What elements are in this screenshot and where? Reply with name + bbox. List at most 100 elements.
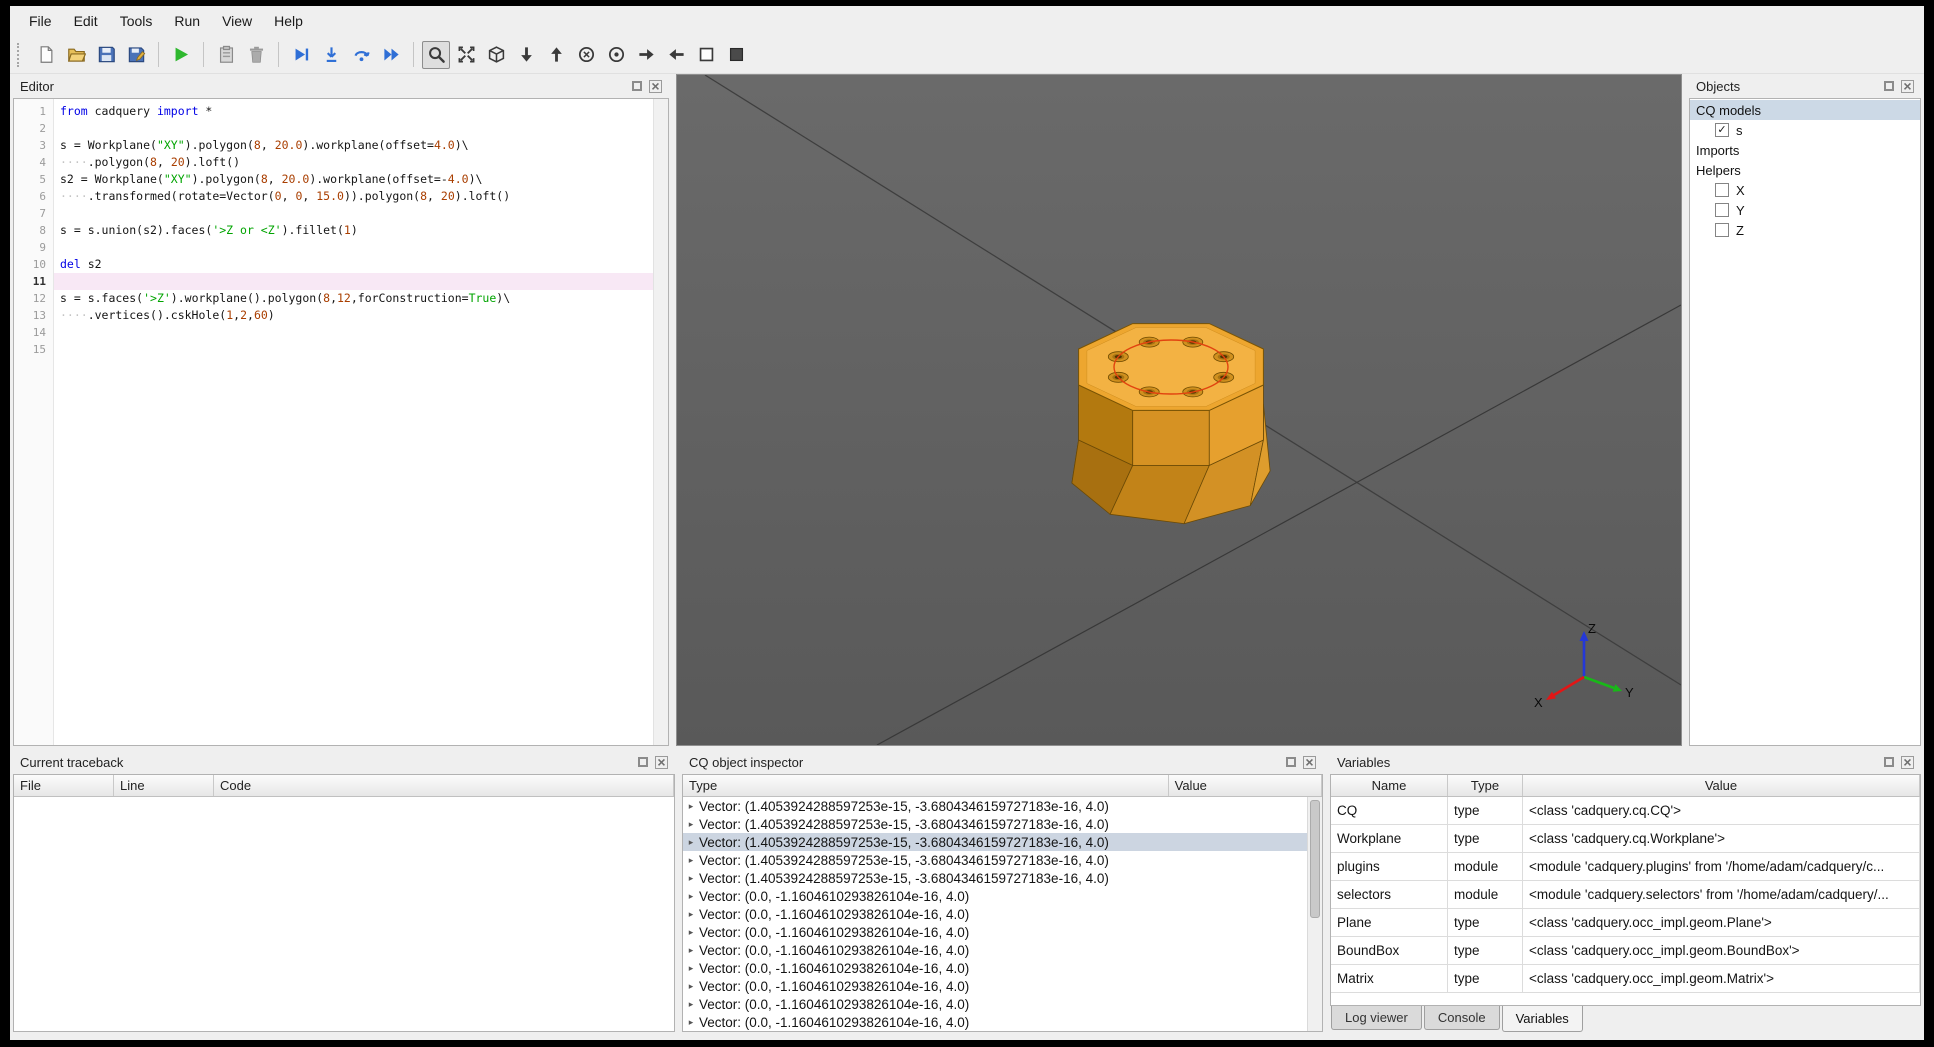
column-header-code[interactable]: Code xyxy=(214,775,674,796)
code-line[interactable]: s2 = Workplane("XY").polygon(8, 20.0).wo… xyxy=(54,171,653,188)
inspector-row[interactable]: ▸ Vector: (0.0, -1.1604610293826104e-16, … xyxy=(683,977,1307,995)
top-view-arrow-down-icon[interactable] xyxy=(512,41,540,69)
tree-item-imports[interactable]: Imports xyxy=(1690,140,1920,160)
code-line[interactable] xyxy=(54,324,653,341)
variable-row[interactable]: Plane type <class 'cadquery.occ_impl.geom.… xyxy=(1331,909,1920,937)
expand-arrow-icon[interactable]: ▸ xyxy=(683,873,699,884)
tree-item-x[interactable]: X xyxy=(1690,180,1920,200)
fit-all-icon[interactable] xyxy=(452,41,480,69)
tab-console[interactable]: Console xyxy=(1423,1006,1500,1030)
back-view-circle-dot-icon[interactable] xyxy=(602,41,630,69)
code-line[interactable]: ····.vertices().cskHole(1,2,60) xyxy=(54,307,653,324)
float-panel-icon[interactable] xyxy=(1884,81,1894,91)
float-panel-icon[interactable] xyxy=(1884,757,1894,767)
code-line[interactable] xyxy=(54,120,653,137)
menu-run[interactable]: Run xyxy=(163,9,211,33)
tree-item-helpers[interactable]: Helpers xyxy=(1690,160,1920,180)
inspector-row[interactable]: ▸ Vector: (1.4053924288597253e-15, -3.680… xyxy=(683,815,1307,833)
column-header-file[interactable]: File xyxy=(14,775,114,796)
column-header-value[interactable]: Value xyxy=(1523,775,1920,796)
menu-tools[interactable]: Tools xyxy=(109,9,164,33)
save-icon[interactable] xyxy=(92,41,120,69)
left-view-arrow-right-icon[interactable] xyxy=(632,41,660,69)
expand-arrow-icon[interactable]: ▸ xyxy=(683,837,699,848)
editor-body[interactable]: 1 2 3 4 5 6 7 8 9 10 11 12 13 14 15 from cadquery impo… xyxy=(13,98,669,746)
expand-arrow-icon[interactable]: ▸ xyxy=(683,999,699,1010)
code-line[interactable] xyxy=(54,273,653,290)
editor-code[interactable]: from cadquery import * s = Workplane("XY"… xyxy=(54,99,653,745)
shaded-square-filled-icon[interactable] xyxy=(722,41,750,69)
expand-arrow-icon[interactable]: ▸ xyxy=(683,963,699,974)
float-panel-icon[interactable] xyxy=(638,757,648,767)
code-line[interactable]: ····.polygon(8, 20).loft() xyxy=(54,154,653,171)
close-panel-icon[interactable]: × xyxy=(655,755,668,769)
inspector-row[interactable]: ▸ Vector: (1.4053924288597253e-15, -3.680… xyxy=(683,869,1307,887)
variable-row[interactable]: BoundBox type <class 'cadquery.occ_impl.ge… xyxy=(1331,937,1920,965)
splitter-viewport-objects[interactable] xyxy=(1682,74,1689,746)
viewport-canvas[interactable]: Z Y X xyxy=(677,75,1681,745)
variable-row[interactable]: CQ type <class 'cadquery.cq.CQ'> xyxy=(1331,797,1920,825)
inspector-row[interactable]: ▸ Vector: (0.0, -1.1604610293826104e-16, … xyxy=(683,1013,1307,1031)
inspector-row[interactable]: ▸ Vector: (1.4053924288597253e-15, -3.680… xyxy=(683,797,1307,815)
expand-arrow-icon[interactable]: ▸ xyxy=(683,855,699,866)
viewport-3d[interactable]: Z Y X xyxy=(676,74,1682,746)
variable-row[interactable]: Workplane type <class 'cadquery.cq.Workpla… xyxy=(1331,825,1920,853)
expand-arrow-icon[interactable]: ▸ xyxy=(683,819,699,830)
menu-edit[interactable]: Edit xyxy=(63,9,109,33)
step-over-icon[interactable] xyxy=(347,41,375,69)
scrollbar-thumb[interactable] xyxy=(1310,800,1320,918)
code-line[interactable]: from cadquery import * xyxy=(54,103,653,120)
float-panel-icon[interactable] xyxy=(632,81,642,91)
clipboard-icon[interactable] xyxy=(212,41,240,69)
menu-file[interactable]: File xyxy=(18,9,63,33)
menu-view[interactable]: View xyxy=(211,9,263,33)
expand-arrow-icon[interactable]: ▸ xyxy=(683,945,699,956)
code-line[interactable]: s = s.faces('>Z').workplane().polygon(8,… xyxy=(54,290,653,307)
front-view-circle-cross-icon[interactable] xyxy=(572,41,600,69)
run-icon[interactable] xyxy=(167,41,195,69)
inspector-scrollbar[interactable] xyxy=(1307,797,1322,1031)
code-line[interactable]: ····.transformed(rotate=Vector(0, 0, 15.… xyxy=(54,188,653,205)
menu-help[interactable]: Help xyxy=(263,9,314,33)
wireframe-square-outline-icon[interactable] xyxy=(692,41,720,69)
expand-arrow-icon[interactable]: ▸ xyxy=(683,981,699,992)
step-icon[interactable] xyxy=(287,41,315,69)
save-as-icon[interactable] xyxy=(122,41,150,69)
column-header-type[interactable]: Type xyxy=(1448,775,1523,796)
variable-row[interactable]: selectors module <module 'cadquery.selecto… xyxy=(1331,881,1920,909)
inspector-row[interactable]: ▸ Vector: (0.0, -1.1604610293826104e-16, … xyxy=(683,995,1307,1013)
tab-log-viewer[interactable]: Log viewer xyxy=(1331,1006,1422,1030)
inspector-row[interactable]: ▸ Vector: (1.4053924288597253e-15, -3.680… xyxy=(683,833,1307,851)
code-line[interactable] xyxy=(54,205,653,222)
new-file-icon[interactable] xyxy=(32,41,60,69)
code-line[interactable]: del s2 xyxy=(54,256,653,273)
expand-arrow-icon[interactable]: ▸ xyxy=(683,801,699,812)
checkbox-x[interactable] xyxy=(1715,183,1729,197)
editor-scrollbar[interactable] xyxy=(653,99,668,745)
column-header-type[interactable]: Type xyxy=(683,775,1169,796)
code-line[interactable]: s = Workplane("XY").polygon(8, 20.0).wor… xyxy=(54,137,653,154)
expand-arrow-icon[interactable]: ▸ xyxy=(683,909,699,920)
tree-item-cq-models[interactable]: CQ models xyxy=(1690,100,1920,120)
bottom-view-arrow-up-icon[interactable] xyxy=(542,41,570,69)
code-line[interactable]: s = s.union(s2).faces('>Z or <Z').fillet… xyxy=(54,222,653,239)
checkbox-y[interactable] xyxy=(1715,203,1729,217)
close-panel-icon[interactable]: × xyxy=(649,79,662,93)
tree-item-s[interactable]: ✓ s xyxy=(1690,120,1920,140)
close-panel-icon[interactable]: × xyxy=(1901,755,1914,769)
inspector-row[interactable]: ▸ Vector: (0.0, -1.1604610293826104e-16, … xyxy=(683,941,1307,959)
right-view-arrow-left-icon[interactable] xyxy=(662,41,690,69)
variable-row[interactable]: plugins module <module 'cadquery.plugins' … xyxy=(1331,853,1920,881)
splitter-editor-viewport[interactable] xyxy=(669,74,676,746)
expand-arrow-icon[interactable]: ▸ xyxy=(683,1017,699,1028)
inspector-row[interactable]: ▸ Vector: (0.0, -1.1604610293826104e-16, … xyxy=(683,959,1307,977)
close-panel-icon[interactable]: × xyxy=(1303,755,1316,769)
tab-variables[interactable]: Variables xyxy=(1501,1006,1583,1032)
tree-item-z[interactable]: Z xyxy=(1690,220,1920,240)
inspector-row[interactable]: ▸ Vector: (0.0, -1.1604610293826104e-16, … xyxy=(683,905,1307,923)
variable-row[interactable]: Matrix type <class 'cadquery.occ_impl.geom… xyxy=(1331,965,1920,993)
open-folder-icon[interactable] xyxy=(62,41,90,69)
trash-icon[interactable] xyxy=(242,41,270,69)
float-panel-icon[interactable] xyxy=(1286,757,1296,767)
step-into-icon[interactable] xyxy=(317,41,345,69)
